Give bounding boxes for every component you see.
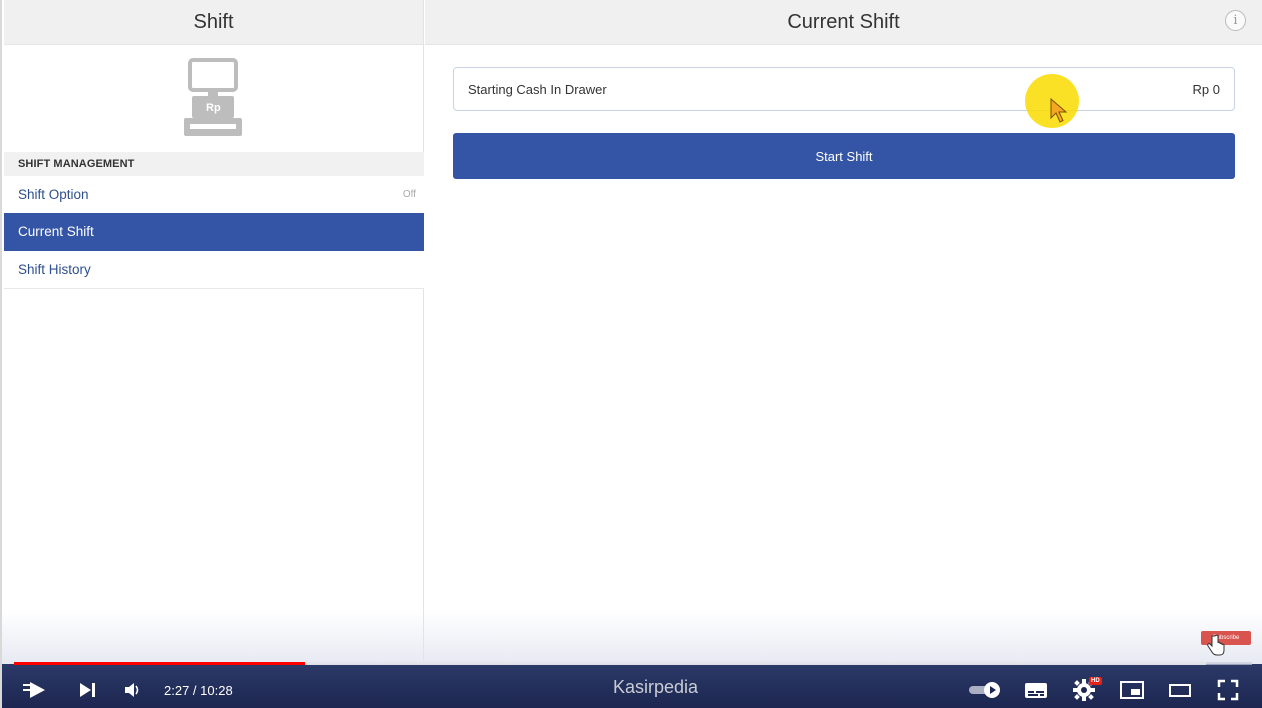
theater-mode-button[interactable]: [1166, 676, 1194, 704]
current-shift-panel: Current Shift i Starting Cash In Drawer …: [425, 0, 1262, 664]
captions-icon: [1025, 683, 1047, 698]
sidebar-item-label: Shift Option: [18, 187, 89, 202]
starting-cash-field[interactable]: Starting Cash In Drawer Rp 0: [453, 67, 1235, 111]
sidebar-item-current-shift[interactable]: Current Shift: [4, 213, 424, 251]
time-display: 2:27 / 10:28: [164, 683, 233, 698]
progress-bar[interactable]: [14, 662, 1252, 665]
cash-register-icon: Rp: [184, 58, 242, 136]
video-overlay-fade: [2, 610, 1262, 665]
autoplay-toggle[interactable]: [966, 676, 1004, 704]
info-icon[interactable]: i: [1225, 10, 1246, 31]
skip-next-icon: [80, 683, 95, 697]
progress-played: [14, 662, 305, 665]
sidebar-item-label: Shift History: [18, 262, 91, 277]
fullscreen-button[interactable]: [1214, 676, 1242, 704]
hd-badge: HD: [1089, 677, 1102, 685]
play-button[interactable]: [20, 676, 50, 704]
start-shift-button[interactable]: Start Shift: [453, 133, 1235, 179]
channel-watermark: Kasirpedia: [613, 677, 699, 697]
mouse-pointer-icon: [1050, 98, 1068, 123]
volume-button[interactable]: [122, 676, 144, 704]
miniplayer-button[interactable]: [1118, 676, 1146, 704]
hand-pointer-icon: [1207, 634, 1225, 656]
shift-sidebar: Shift Rp SHIFT MANAGEMENT Shift Option O…: [4, 0, 424, 664]
app-window: Shift Rp SHIFT MANAGEMENT Shift Option O…: [0, 0, 1262, 708]
page-title-bar: Current Shift i: [425, 0, 1262, 45]
shift-option-status: Off: [402, 189, 416, 200]
fullscreen-icon: [1217, 679, 1239, 701]
theater-mode-icon: [1169, 684, 1191, 697]
page-title: Current Shift: [787, 10, 900, 33]
sidebar-item-shift-history[interactable]: Shift History: [4, 251, 424, 289]
section-label: SHIFT MANAGEMENT: [4, 152, 424, 176]
next-button[interactable]: [76, 676, 98, 704]
autoplay-toggle-icon: [969, 682, 1000, 698]
starting-cash-label: Starting Cash In Drawer: [468, 81, 607, 97]
register-icon-label: Rp: [206, 102, 221, 114]
sidebar-title: Shift: [4, 0, 423, 45]
play-icon: [23, 682, 45, 698]
captions-button[interactable]: [1022, 676, 1050, 704]
miniplayer-icon: [1120, 681, 1144, 699]
sidebar-item-label: Current Shift: [18, 224, 94, 239]
sidebar-item-shift-option[interactable]: Shift Option Off: [4, 176, 424, 214]
starting-cash-value: Rp 0: [1192, 81, 1220, 97]
volume-icon: [125, 683, 139, 697]
